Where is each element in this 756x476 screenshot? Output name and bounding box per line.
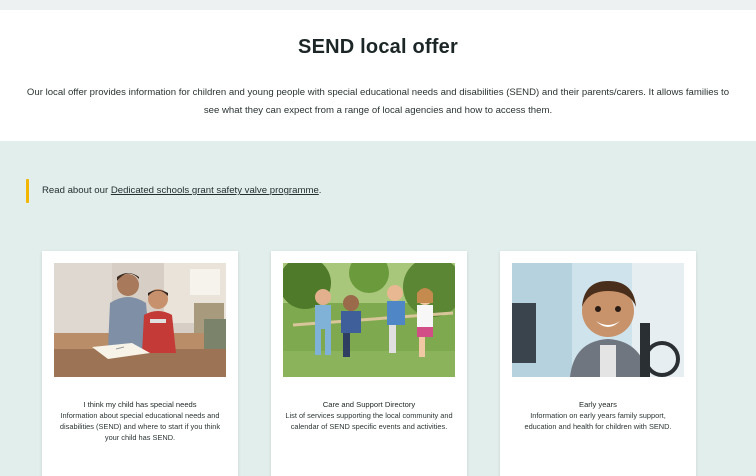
photo-father-child-reading: [54, 263, 226, 377]
page-header: SEND local offer Our local offer provide…: [0, 10, 756, 141]
safety-valve-programme-link[interactable]: Dedicated schools grant safety valve pro…: [111, 185, 319, 196]
callout-suffix: .: [318, 185, 322, 196]
card-image-tug-of-war[interactable]: [283, 263, 455, 377]
card-image-father-and-son[interactable]: [54, 263, 226, 377]
card-care-support-directory[interactable]: Care and Support Directory List of servi…: [271, 251, 467, 476]
card-special-needs[interactable]: I think my child has special needs Infor…: [42, 251, 238, 476]
callout: Read about our Dedicated schools grant s…: [26, 179, 626, 203]
top-border: [0, 0, 756, 10]
card-title[interactable]: Care and Support Directory: [279, 399, 459, 410]
photo-smiling-boy-wheelchair: [512, 263, 684, 377]
card-description: Information about special educational ne…: [59, 411, 221, 442]
intro-text: Our local offer provides information for…: [26, 87, 730, 116]
card-image-smiling-boy[interactable]: [512, 263, 684, 377]
callout-text: Read about our Dedicated schools grant s…: [42, 185, 321, 196]
callout-prefix: Read about our: [42, 185, 111, 196]
photo-children-tug-of-war: [283, 263, 455, 377]
card-title[interactable]: Early years: [508, 399, 688, 410]
card-early-years[interactable]: Early years Information on early years f…: [500, 251, 696, 476]
page-title: SEND local offer: [298, 36, 458, 58]
page: SEND local offer Our local offer provide…: [0, 0, 756, 476]
card-description: Information on early years family suppor…: [524, 411, 672, 431]
card-description: List of services supporting the local co…: [285, 411, 453, 431]
card-title[interactable]: I think my child has special needs: [50, 399, 230, 410]
callout-accent-bar: [26, 179, 29, 203]
content-band: Read about our Dedicated schools grant s…: [0, 141, 756, 476]
